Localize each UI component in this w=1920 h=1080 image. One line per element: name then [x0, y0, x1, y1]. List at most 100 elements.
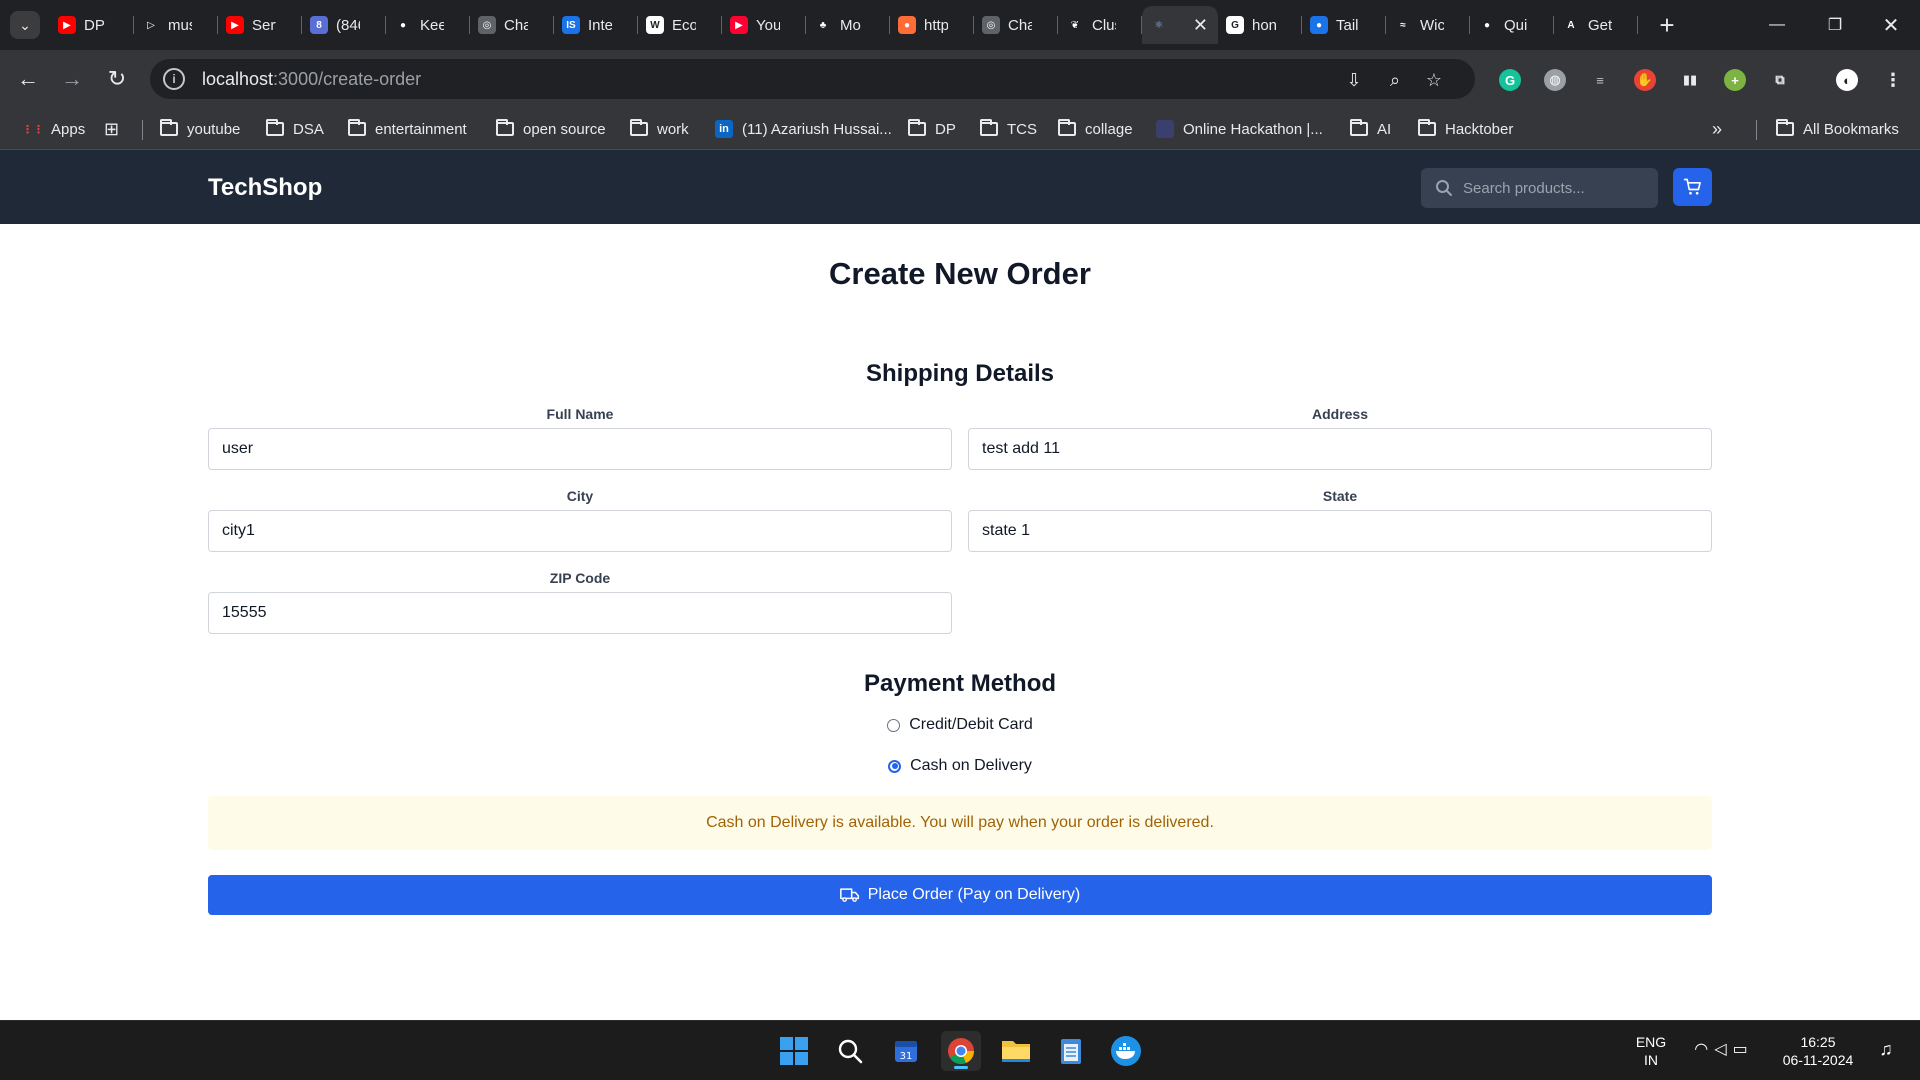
address-field[interactable] [968, 428, 1712, 470]
browser-tab[interactable]: ▶ DP - [50, 6, 134, 44]
chrome-taskbar-icon[interactable] [941, 1031, 981, 1071]
more-bookmarks-chevron-icon[interactable]: » [1712, 108, 1722, 150]
page-title: Create New Order [829, 256, 1091, 291]
bookmark-folder[interactable]: DSA [266, 108, 324, 150]
bookmark-folder[interactable]: entertainment [348, 108, 467, 150]
site-info-icon[interactable]: i [163, 68, 185, 90]
bookmark-folder[interactable]: open source [496, 108, 606, 150]
browser-tab[interactable]: ▷ mus [134, 6, 218, 44]
browser-tab[interactable]: ● Qui [1470, 6, 1554, 44]
browser-tab[interactable]: ▶ You [722, 6, 806, 44]
bookmark-label: youtube [187, 120, 241, 138]
tab-favicon-icon: ▶ [730, 16, 748, 34]
back-button[interactable]: ← [13, 64, 43, 94]
minimize-button[interactable]: — [1748, 0, 1806, 50]
browser-tab[interactable]: IS Inte [554, 6, 638, 44]
zoom-icon[interactable]: ⌕ [1384, 69, 1406, 91]
bookmark-site[interactable]: Online Hackathon |... [1156, 108, 1323, 150]
start-windows-icon[interactable] [774, 1031, 814, 1071]
bookmark-folder[interactable]: AI [1350, 108, 1391, 150]
tab-search-button[interactable]: ⌄ [10, 11, 40, 39]
plus-extension-icon[interactable]: + [1724, 69, 1746, 91]
zip-code-field[interactable] [208, 592, 952, 634]
browser-tab-active[interactable]: ⚛ ✕ [1142, 6, 1218, 44]
browser-tab[interactable]: A Get [1554, 6, 1638, 44]
payment-option-card[interactable]: Credit/Debit Card [0, 716, 1920, 734]
tab-strip: ▶ DP - ▷ mus ▶ Serv 8 (846 ● Kee ◎ Cha IS Inte W Ecor ▶ Y… [50, 6, 1638, 44]
file-explorer-icon[interactable] [996, 1031, 1036, 1071]
address-bar[interactable]: i localhost:3000/create-order ⇩ ⌕ ☆ [150, 59, 1475, 99]
calendar-app-icon[interactable]: 31 [886, 1031, 926, 1071]
bookmark-folder[interactable]: work [630, 108, 689, 150]
restore-button[interactable]: ❐ [1806, 0, 1864, 50]
notification-bell-icon[interactable]: ♫ [1874, 1040, 1898, 1058]
city-field[interactable] [208, 510, 952, 552]
browser-tab[interactable]: ◎ Cha [974, 6, 1058, 44]
chrome-menu-icon[interactable]: ⋮ [1882, 69, 1904, 91]
search-box[interactable] [1421, 168, 1658, 208]
search-input[interactable] [1463, 179, 1653, 197]
browser-tab[interactable]: W Ecor [638, 6, 722, 44]
cart-icon [1683, 178, 1701, 195]
bookmark-apps[interactable]: ⋮⋮ Apps [22, 108, 85, 150]
browser-tab[interactable]: ❦ Clus [1058, 6, 1142, 44]
translate-extension-icon[interactable]: ◍ [1544, 69, 1566, 91]
browser-tab[interactable]: Ghon [1218, 6, 1302, 44]
folder-icon [1350, 119, 1368, 136]
folder-icon [496, 119, 514, 136]
close-window-button[interactable]: ✕ [1862, 0, 1920, 50]
clock[interactable]: 16:25 06-11-2024 [1778, 1033, 1858, 1069]
browser-tab[interactable]: ● http [890, 6, 974, 44]
bookmark-folder[interactable]: DP [908, 108, 956, 150]
full-name-field[interactable] [208, 428, 952, 470]
browser-tab[interactable]: 8 (846 [302, 6, 386, 44]
reader-extension-icon[interactable]: ▮▮ [1679, 69, 1701, 91]
search-taskbar-icon[interactable] [830, 1031, 870, 1071]
browser-tab[interactable]: ● Tail [1302, 6, 1386, 44]
tab-title: Inte [588, 16, 612, 34]
url-text[interactable]: localhost:3000/create-order [202, 69, 421, 90]
brand-logo[interactable]: TechShop [208, 174, 322, 202]
card-option-label: Credit/Debit Card [909, 716, 1033, 733]
docker-icon[interactable] [1106, 1031, 1146, 1071]
tab-close-icon[interactable]: ✕ [1193, 15, 1208, 36]
cart-button[interactable] [1673, 168, 1712, 206]
cod-radio-button[interactable] [888, 759, 902, 773]
forward-button[interactable]: → [57, 64, 87, 94]
browser-tab[interactable]: ♣ Mo [806, 6, 890, 44]
bookmark-folder[interactable]: youtube [160, 108, 240, 150]
bookmark-linkedin[interactable]: in (11) Azariush Hussai... [715, 108, 892, 150]
bookmark-folder[interactable]: collage [1058, 108, 1133, 150]
state-field[interactable] [968, 510, 1712, 552]
system-tray-icons[interactable]: ◠◁▭ [1684, 1041, 1764, 1059]
region-label: IN [1644, 1052, 1658, 1068]
extensions-puzzle-icon[interactable]: ⧉ [1769, 69, 1791, 91]
folder-icon [160, 119, 178, 136]
payment-option-cod[interactable]: Cash on Delivery [0, 757, 1920, 775]
tab-favicon-icon: ▷ [142, 16, 160, 34]
browser-tab[interactable]: ◎ Cha [470, 6, 554, 44]
bookmark-folder[interactable]: Hacktober [1418, 108, 1513, 150]
card-radio-button[interactable] [887, 718, 901, 732]
bookmark-star-icon[interactable]: ☆ [1423, 69, 1445, 91]
notepad-icon[interactable] [1051, 1031, 1091, 1071]
browser-tab[interactable]: ▶ Serv [218, 6, 302, 44]
all-bookmarks-folder[interactable]: All Bookmarks [1776, 108, 1899, 150]
browser-tab[interactable]: ≈ Wic [1386, 6, 1470, 44]
profile-avatar[interactable]: ◐ [1836, 69, 1858, 91]
grammarly-extension-icon[interactable]: G [1499, 69, 1521, 91]
reload-button[interactable]: ↻ [102, 64, 132, 94]
all-bookmarks-label: All Bookmarks [1803, 120, 1899, 138]
place-order-button[interactable]: Place Order (Pay on Delivery) [208, 875, 1712, 915]
bookmark-folder[interactable]: TCS [980, 108, 1037, 150]
new-tab-button[interactable]: + [1650, 8, 1684, 42]
language-indicator[interactable]: ENG IN [1628, 1033, 1674, 1069]
hand-extension-icon[interactable]: ✋ [1634, 69, 1656, 91]
folder-icon [266, 119, 284, 136]
tab-groups-icon[interactable]: ⊞ [104, 108, 119, 150]
browser-tab[interactable]: ● Kee [386, 6, 470, 44]
list-extension-icon[interactable]: ≡ [1589, 69, 1611, 91]
folder-icon [908, 119, 926, 136]
full-name-label: Full Name [546, 406, 614, 422]
install-app-icon[interactable]: ⇩ [1343, 69, 1365, 91]
